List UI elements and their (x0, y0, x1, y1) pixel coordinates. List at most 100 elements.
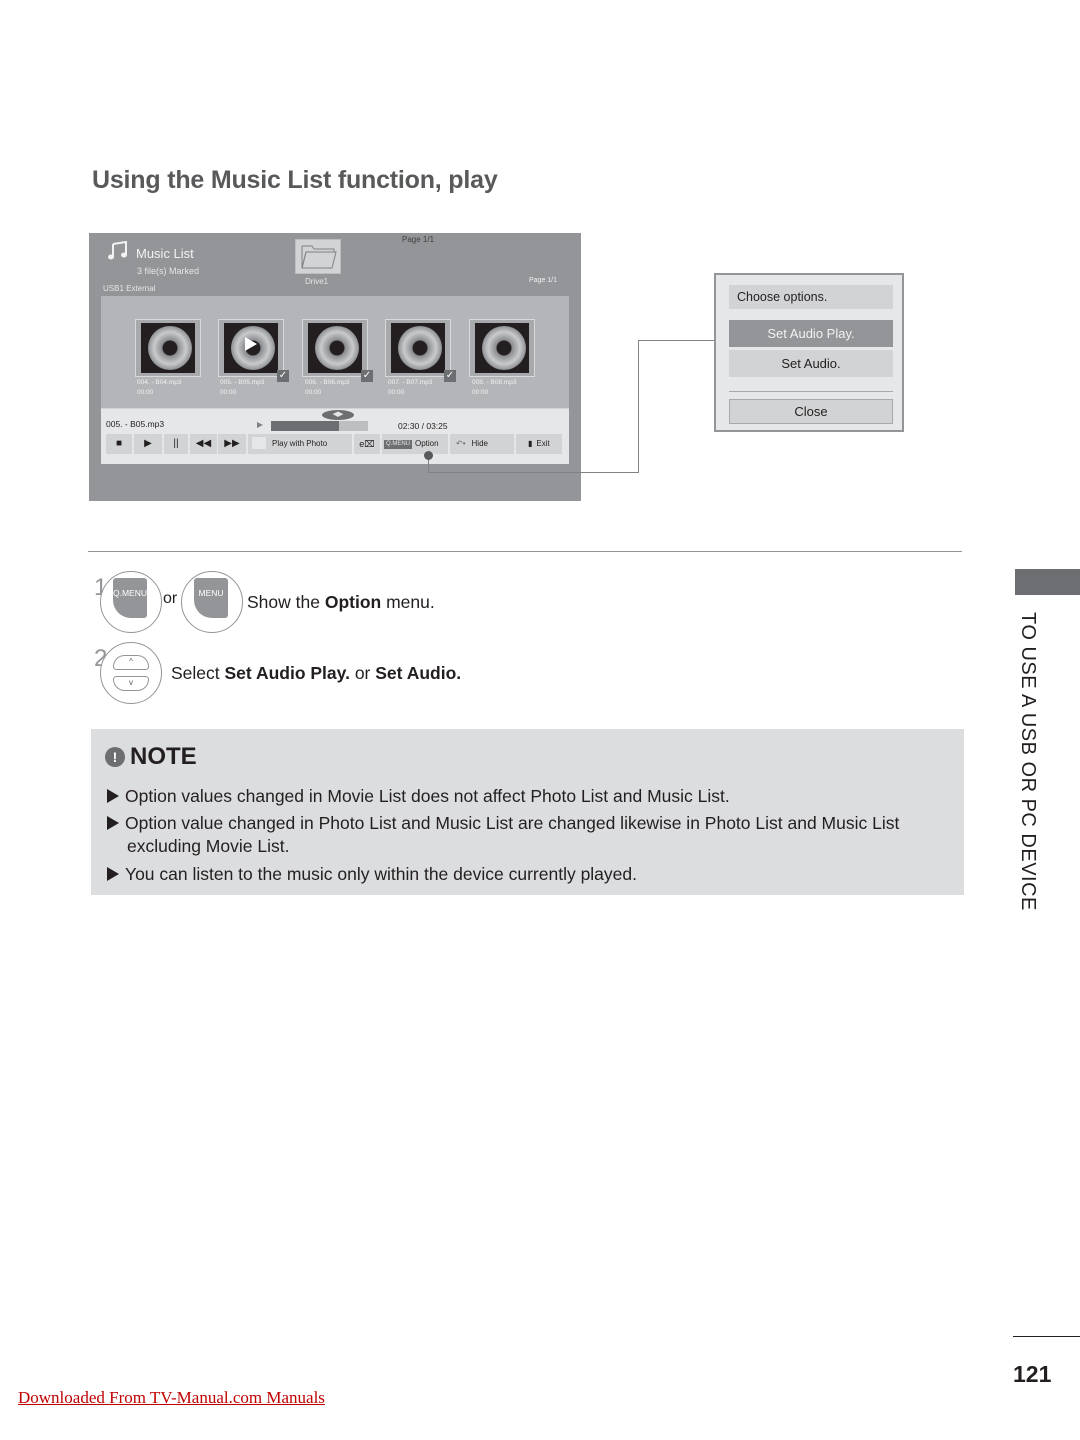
energy-saving-button[interactable]: e⌧ (354, 434, 380, 454)
hide-button[interactable]: ↶• Hide (450, 434, 514, 454)
note-item: Option values changed in Movie List does… (107, 785, 947, 808)
remote-key-circle: Q.MENU (100, 571, 162, 633)
cd-disc-icon (315, 326, 359, 370)
bullet-triangle-icon (107, 789, 119, 803)
folder-glyph-icon (301, 245, 337, 269)
cd-disc-icon (148, 326, 192, 370)
file-thumbnail[interactable] (135, 319, 201, 377)
step-text-part: or (349, 663, 376, 683)
page-number: 121 (1013, 1361, 1052, 1387)
file-duration: 00:00 (220, 389, 237, 396)
page-indicator-right: Page 1/1 (529, 277, 558, 284)
time-readout: 02:30 / 03:25 (398, 421, 448, 431)
connector-line (638, 340, 639, 473)
menu-key-icon: MENU (194, 578, 228, 618)
option-button[interactable]: Q.MENU Option (382, 434, 448, 454)
file-duration: 00:00 (388, 389, 405, 396)
file-name: 005. - B05.mp3 (220, 379, 265, 386)
thumb-bg (475, 323, 529, 373)
file-thumbnail[interactable]: ✓ (218, 319, 289, 382)
page-title: Using the Music List function, play (92, 166, 498, 194)
step-2-text: Select Set Audio Play. or Set Audio. (171, 663, 461, 684)
remote-key-circle: ^ v (100, 642, 162, 704)
cd-disc-icon (482, 326, 526, 370)
qmenu-key-icon: Q.MENU (113, 578, 147, 618)
up-arrow-key-icon: ^ (113, 655, 149, 670)
file-duration: 00:00 (472, 389, 489, 396)
step-text-bold: Set Audio Play. (224, 663, 350, 683)
note-title: NOTE (130, 743, 197, 770)
set-audio-play-option[interactable]: Set Audio Play. (729, 320, 893, 347)
hide-label: Hide (471, 439, 488, 448)
step-text-bold: Option (324, 592, 382, 612)
file-name: 007. - B07.mp3 (388, 379, 433, 386)
tv-screen: Music List 3 file(s) Marked USB1 Externa… (89, 233, 581, 501)
marked-count: 3 file(s) Marked (137, 266, 200, 276)
close-button[interactable]: Close (729, 399, 893, 424)
file-thumbnail[interactable] (469, 319, 535, 377)
drive-label: Drive1 (305, 277, 329, 286)
step-text-part: Select (171, 663, 225, 683)
file-name: 006. - B06.mp3 (305, 379, 350, 386)
progress-play-icon (257, 422, 263, 428)
folder-icon[interactable] (295, 239, 341, 274)
checkmark-icon[interactable]: ✓ (444, 370, 456, 382)
pause-button[interactable]: || (164, 434, 188, 454)
section-divider (88, 551, 962, 552)
play-with-photo-button[interactable]: Play with Photo (248, 434, 352, 454)
step-text-part: menu. (381, 592, 435, 612)
progress-bar[interactable] (271, 421, 368, 431)
rewind-button[interactable]: ◀◀ (190, 434, 217, 454)
file-name: 008. - B08.mp3 (472, 379, 517, 386)
play-button[interactable]: ▶ (134, 434, 162, 454)
bullet-triangle-icon (107, 867, 119, 881)
connector-dot (424, 451, 433, 460)
file-name: 004. - B04.mp3 (137, 379, 182, 386)
file-thumbnail[interactable]: ✓ (385, 319, 456, 382)
file-grid: 004. - B04.mp3 00:00 ✓ 005. - B05.mp3 00… (101, 296, 569, 408)
note-item: Option value changed in Photo List and M… (107, 812, 947, 858)
connector-line (638, 340, 715, 341)
step-1-text: Show the Option menu. (247, 592, 435, 613)
file-duration: 00:00 (137, 389, 154, 396)
exit-button[interactable]: ▮ Exit (516, 434, 562, 454)
set-audio-option[interactable]: Set Audio. (729, 350, 893, 377)
photo-checkbox[interactable] (252, 437, 266, 449)
speaker-icon: ◀▶ (322, 410, 354, 420)
note-item: You can listen to the music only within … (107, 863, 947, 886)
note-item-text: You can listen to the music only within … (125, 864, 637, 884)
forward-button[interactable]: ▶▶ (218, 434, 246, 454)
play-with-photo-label: Play with Photo (272, 439, 328, 448)
popup-divider (729, 391, 893, 392)
stop-button[interactable]: ■ (106, 434, 132, 454)
player-controls: 005. - B05.mp3 ◀▶ 02:30 / 03:25 ■ ▶ || ◀… (101, 408, 569, 464)
checkmark-icon[interactable]: ✓ (277, 370, 289, 382)
checkmark-icon[interactable]: ✓ (361, 370, 373, 382)
down-arrow-key-icon: v (113, 676, 149, 691)
connector-line (428, 472, 639, 473)
usb-source-label: USB1 External (103, 284, 156, 293)
exit-label: Exit (536, 439, 550, 448)
note-item-text: Option values changed in Movie List does… (125, 786, 730, 806)
note-item-text: Option value changed in Photo List and M… (125, 813, 900, 833)
exclamation-icon: ! (105, 747, 125, 767)
hide-icon: ↶• (456, 439, 466, 448)
bullet-triangle-icon (107, 816, 119, 830)
note-item-continuation: excluding Movie List. (127, 836, 290, 856)
side-tab-label: TO USE A USB OR PC DEVICE (1017, 612, 1039, 911)
now-playing: 005. - B05.mp3 (106, 419, 165, 429)
popup-title: Choose options. (729, 285, 893, 309)
cd-disc-icon (398, 326, 442, 370)
file-thumbnail[interactable]: ✓ (302, 319, 373, 382)
or-text: or (163, 590, 178, 607)
footer-download-link[interactable]: Downloaded From TV-Manual.com Manuals (18, 1388, 325, 1408)
side-tab-marker (1015, 569, 1080, 595)
step-text-part: Show the (247, 592, 325, 612)
step-text-bold: Set Audio. (375, 663, 462, 683)
qmenu-tag: Q.MENU (384, 440, 412, 449)
note-box: ! NOTE Option values changed in Movie Li… (91, 729, 964, 895)
page-indicator-top: Page 1/1 (402, 235, 435, 244)
file-duration: 00:00 (305, 389, 322, 396)
page-number-rule (1013, 1336, 1080, 1337)
options-popup: Choose options. Set Audio Play. Set Audi… (714, 273, 904, 432)
